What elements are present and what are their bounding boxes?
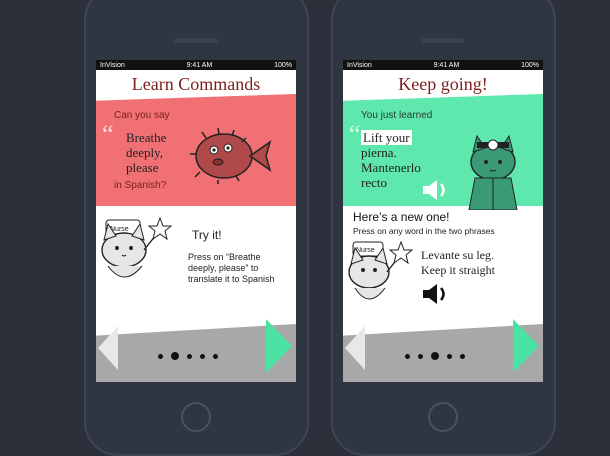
phrase-word[interactable]: please — [126, 160, 166, 175]
speaker-icon[interactable] — [421, 178, 451, 202]
page-dot[interactable] — [200, 353, 205, 359]
page-dot[interactable] — [405, 353, 410, 359]
carrier-label: InVision — [347, 61, 372, 69]
quote-mark: “ — [102, 120, 114, 149]
carrier-label: InVision — [100, 61, 125, 69]
home-button[interactable] — [181, 402, 211, 432]
phrase-breathe-deeply[interactable]: Breathe deeply, please — [126, 130, 166, 175]
page-dot[interactable] — [460, 353, 465, 359]
try-it-label: Try it! — [192, 228, 222, 242]
phone-frame-left: InVision 9:41 AM 100% Learn Commands Can… — [84, 0, 309, 456]
new-phrase[interactable]: Levante su leg. Keep it straight — [421, 248, 495, 278]
home-button[interactable] — [428, 402, 458, 432]
next-arrow-icon[interactable] — [513, 319, 539, 373]
battery-label: 100% — [274, 61, 292, 69]
page-dot[interactable] — [418, 353, 423, 359]
prev-arrow-icon[interactable] — [345, 326, 365, 370]
pufferfish-illustration — [190, 127, 272, 184]
phrase-word: pierna. — [361, 145, 397, 160]
instruction-line: translate it to Spanish — [188, 274, 275, 284]
phrase-word: recto — [361, 175, 387, 190]
instruction-text: Press on “Breathe deeply, please” to tra… — [188, 252, 275, 285]
phrase-word: Lift your — [361, 130, 412, 145]
phrase-word[interactable]: Breathe — [126, 130, 166, 145]
time-label: 9:41 AM — [433, 61, 460, 69]
nurse-cat-illustration: Nurse — [348, 240, 414, 300]
battery-label: 100% — [521, 61, 539, 69]
page-dots — [158, 352, 218, 360]
phrase-word[interactable]: Keep it straight — [421, 263, 495, 278]
learned-phrase: Lift your pierna. Mantenerlo recto — [361, 130, 421, 190]
new-instruction: Press on any word in the two phrases — [353, 226, 495, 236]
instruction-line: deeply, please” to — [188, 263, 259, 273]
phrase-word[interactable]: deeply, — [126, 145, 166, 160]
page-dot-active[interactable] — [171, 352, 179, 360]
bottom-nav — [343, 312, 543, 382]
earpiece — [174, 38, 218, 43]
bottom-nav — [96, 312, 296, 382]
phone-frame-right: InVision 9:41 AM 100% Keep going! You ju… — [331, 0, 556, 456]
status-bar: InVision 9:41 AM 100% — [343, 60, 543, 70]
phrase-word[interactable]: Levante su leg. — [421, 248, 495, 263]
learned-label: You just learned — [361, 110, 433, 121]
page-dot[interactable] — [187, 353, 192, 359]
question-prefix: Can you say — [114, 110, 170, 121]
quote-mark: “ — [349, 120, 361, 149]
instruction-line: Press on “Breathe — [188, 252, 261, 262]
page-title: Keep going! — [398, 74, 488, 94]
prev-arrow-icon[interactable] — [98, 326, 118, 370]
time-label: 9:41 AM — [186, 61, 213, 69]
page-dot[interactable] — [447, 353, 452, 359]
next-arrow-icon[interactable] — [266, 319, 292, 373]
page-dot[interactable] — [213, 353, 218, 359]
phrase-word: Mantenerlo — [361, 160, 421, 175]
nurse-cat-illustration: Nurse — [101, 216, 173, 278]
page-dots — [405, 352, 465, 360]
page-dot-active[interactable] — [431, 352, 439, 360]
page-title: Learn Commands — [131, 74, 261, 94]
screen-learn-commands: InVision 9:41 AM 100% Learn Commands Can… — [96, 60, 296, 382]
earpiece — [421, 38, 465, 43]
question-suffix: in Spanish? — [114, 180, 167, 191]
screen-keep-going: InVision 9:41 AM 100% Keep going! You ju… — [343, 60, 543, 382]
speaker-icon[interactable] — [421, 282, 451, 306]
status-bar: InVision 9:41 AM 100% — [96, 60, 296, 70]
page-dot[interactable] — [158, 353, 163, 359]
doctor-cat-illustration — [468, 134, 518, 210]
new-heading: Here’s a new one! — [353, 210, 450, 224]
